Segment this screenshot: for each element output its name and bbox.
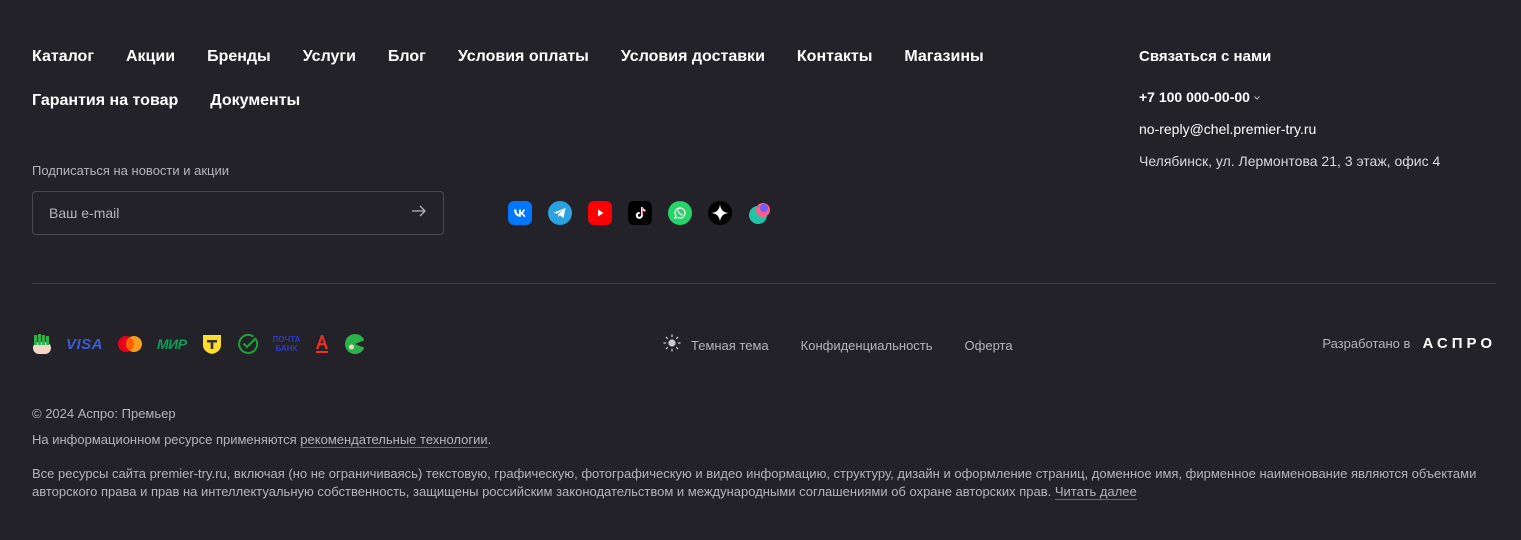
theme-label: Темная тема: [691, 337, 769, 353]
whatsapp-icon[interactable]: [668, 201, 692, 225]
nav-link-catalog[interactable]: Каталог: [32, 47, 94, 67]
tinkoff-icon: [201, 332, 223, 356]
phone-dropdown[interactable]: +7 100 000-00-00: [1139, 87, 1499, 107]
footer-nav-row-2: Гарантия на товар Документы: [32, 91, 332, 111]
theme-toggle[interactable]: Темная тема: [663, 334, 769, 357]
nav-link-documents[interactable]: Документы: [210, 91, 300, 111]
bank-icon: [344, 332, 367, 356]
nav-link-delivery-terms[interactable]: Условия доставки: [621, 47, 765, 67]
arrow-right-icon: [411, 204, 427, 222]
contact-email-link[interactable]: no-reply@chel.premier-try.ru: [1139, 119, 1499, 139]
chevron-down-icon: [1254, 87, 1260, 107]
developer-credit: Разработано в АСПРО: [1322, 334, 1496, 354]
developer-text: Разработано в: [1322, 336, 1411, 351]
mir-icon: МИР: [157, 336, 187, 352]
phone-number: +7 100 000-00-00: [1139, 89, 1250, 105]
subscribe-submit-button[interactable]: [395, 192, 443, 234]
aspro-logo[interactable]: АСПРО: [1422, 334, 1496, 354]
nav-link-services[interactable]: Услуги: [303, 47, 356, 67]
sun-icon: [663, 334, 681, 357]
sbp-icon: [32, 332, 52, 356]
legal-text: Все ресурсы сайта premier-try.ru, включа…: [32, 466, 1477, 499]
email-input[interactable]: [33, 192, 395, 234]
recommendation-notice: На информационном ресурсе применяются ре…: [32, 432, 492, 447]
youtube-icon[interactable]: [588, 201, 612, 225]
nav-link-blog[interactable]: Блог: [388, 47, 426, 67]
recommendation-tech-link[interactable]: рекомендательные технологии: [300, 432, 487, 447]
dzen-icon[interactable]: [708, 201, 732, 225]
nav-link-sales[interactable]: Акции: [126, 47, 175, 67]
nav-link-contacts[interactable]: Контакты: [797, 47, 872, 67]
subscribe-label: Подписаться на новости и акции: [32, 163, 230, 178]
bottom-links: Темная тема Конфиденциальность Оферта: [663, 334, 1045, 357]
offer-link[interactable]: Оферта: [965, 336, 1013, 356]
nav-link-brands[interactable]: Бренды: [207, 47, 271, 67]
pochta-bank-icon: ПОЧТА БАНК: [272, 335, 301, 353]
contact-address: Челябинск, ул. Лермонтова 21, 3 этаж, оф…: [1139, 153, 1441, 169]
nav-link-warranty[interactable]: Гарантия на товар: [32, 91, 178, 111]
privacy-link[interactable]: Конфиденциальность: [801, 336, 933, 356]
odnoklassniki-icon[interactable]: [748, 201, 772, 225]
read-more-link[interactable]: Читать далее: [1055, 484, 1137, 499]
social-links: [508, 201, 772, 225]
footer-divider: [32, 283, 1496, 284]
alfa-bank-icon: [314, 332, 330, 356]
mastercard-icon: [117, 332, 143, 356]
payment-methods: VISA МИР ПОЧТА БАНК: [32, 332, 367, 356]
contact-title: Связаться с нами: [1139, 48, 1272, 65]
contact-block: Связаться с нами +7 100 000-00-00 no-rep…: [1139, 47, 1499, 171]
telegram-icon[interactable]: [548, 201, 572, 225]
nav-link-stores[interactable]: Магазины: [904, 47, 983, 67]
vk-icon[interactable]: [508, 201, 532, 225]
footer-nav-row-1: Каталог Акции Бренды Услуги Блог Условия…: [32, 47, 1016, 67]
copyright: © 2024 Аспро: Премьер: [32, 406, 176, 421]
nav-link-payment-terms[interactable]: Условия оплаты: [458, 47, 589, 67]
sber-icon: [237, 332, 259, 356]
tiktok-icon[interactable]: [628, 201, 652, 225]
visa-icon: VISA: [66, 335, 104, 353]
subscribe-form: [32, 191, 444, 235]
